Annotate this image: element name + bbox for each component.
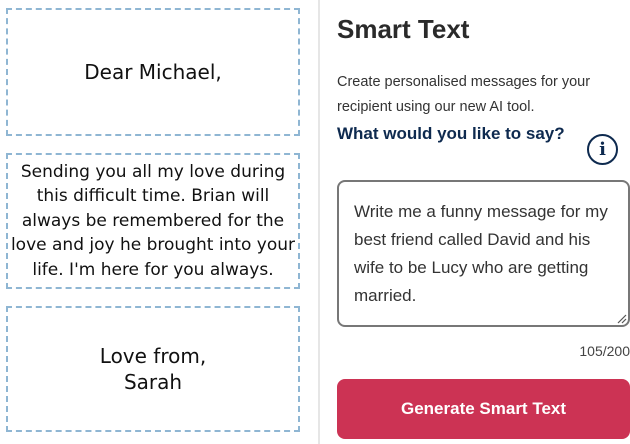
message-line: life. I'm here for you always. xyxy=(32,259,274,280)
smart-text-prompt-input[interactable]: Write me a funny message for my best fri… xyxy=(337,180,630,327)
greeting-text-box[interactable]: Dear Michael, xyxy=(6,8,300,136)
signoff-text-box[interactable]: Love from, Sarah xyxy=(6,306,300,432)
message-line: this difficult time. Brian will xyxy=(36,186,270,207)
prompt-question: What would you like to say? xyxy=(337,124,565,143)
generate-smart-text-button[interactable]: Generate Smart Text xyxy=(337,379,630,439)
card-preview: Dear Michael, Sending you all my love du… xyxy=(0,0,318,444)
character-count: 105/200 xyxy=(579,343,630,359)
panel-title: Smart Text xyxy=(337,14,470,44)
message-text-box[interactable]: Sending you all my love during this diff… xyxy=(6,153,300,289)
signoff-name: Sarah xyxy=(123,370,183,394)
panel-description: Create personalised messages for your re… xyxy=(337,74,591,115)
greeting-text: Dear Michael, xyxy=(84,60,222,84)
resize-grip-icon[interactable] xyxy=(617,314,627,324)
message-line: love and joy he brought into your xyxy=(10,235,296,256)
signoff-line: Love from, xyxy=(99,344,207,368)
info-circle-icon[interactable]: i xyxy=(587,134,618,165)
message-line: Sending you all my love during xyxy=(20,161,286,182)
smart-text-panel: Smart Text Create personalised messages … xyxy=(320,0,630,444)
message-line: always be remembered for the xyxy=(21,210,285,231)
